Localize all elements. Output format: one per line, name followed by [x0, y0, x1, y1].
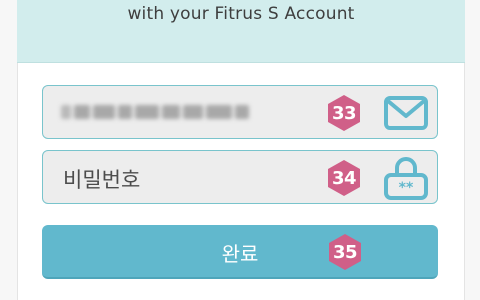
email-field[interactable]: 33: [42, 85, 438, 139]
password-field[interactable]: 비밀번호 34 **: [42, 150, 438, 204]
account-subtitle: with your Fitrus S Account: [127, 4, 355, 24]
password-placeholder: 비밀번호: [63, 168, 141, 192]
submit-button[interactable]: 완료 35: [42, 225, 438, 279]
submit-button-label: 완료: [221, 242, 259, 266]
card-header: with your Fitrus S Account: [17, 0, 465, 63]
envelope-icon: [383, 90, 429, 136]
lock-icon: **: [383, 155, 429, 201]
callout-badge-34: 34: [325, 159, 363, 197]
email-value-redacted: [61, 100, 261, 124]
svg-text:**: **: [399, 180, 414, 196]
callout-badge-33: 33: [325, 94, 363, 132]
callout-badge-35: 35: [326, 233, 364, 271]
